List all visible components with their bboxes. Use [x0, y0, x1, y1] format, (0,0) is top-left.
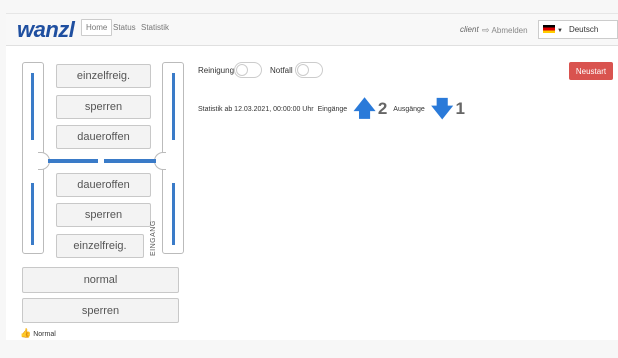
emergency-toggle-knob — [297, 64, 309, 76]
cleaning-toggle-knob — [236, 64, 248, 76]
entries-count: 2 — [377, 99, 388, 118]
nav-status[interactable]: Status — [113, 23, 136, 32]
entrance-label: EINGANG — [150, 220, 157, 256]
gate-status-text: Normal — [33, 331, 56, 338]
left-door-upper-bar — [31, 73, 34, 140]
entries-label: Eingänge — [317, 105, 348, 113]
upper-einzelfreig-button[interactable]: einzelfreig. — [56, 64, 151, 88]
nav-home[interactable]: Home — [81, 19, 113, 36]
left-door-lower-bar — [31, 183, 34, 245]
right-door-upper-bar — [172, 73, 175, 140]
lower-einzelfreig-button[interactable]: einzelfreig. — [56, 234, 144, 258]
emergency-label: Notfall — [270, 66, 293, 75]
upper-sperren-button[interactable]: sperren — [56, 95, 151, 119]
cleaning-label: Reinigung — [198, 66, 235, 75]
statistics-since: Statistik ab 12.03.2021, 00:00:00 Uhr — [198, 105, 314, 113]
right-door-lower-bar — [172, 183, 175, 245]
navbar: wanzl Home Status Statistik client ⇨ Abme… — [6, 13, 618, 46]
lower-daueroffen-button[interactable]: daueroffen — [56, 173, 151, 197]
arrow-up-icon: 🡅 — [353, 96, 376, 121]
logout-icon: ⇨ — [482, 25, 490, 35]
normal-button[interactable]: normal — [22, 267, 179, 293]
language-select[interactable]: ▼ Deutsch — [538, 20, 618, 39]
cleaning-toggle[interactable] — [234, 62, 262, 78]
language-value: Deutsch — [568, 25, 599, 34]
left-gate-arm — [48, 159, 98, 163]
exits-count: 1 — [455, 99, 465, 118]
brand-logo[interactable]: wanzl — [17, 17, 75, 43]
logout-link[interactable]: ⇨ Abmelden — [482, 25, 528, 36]
statistics-line: Statistik ab 12.03.2021, 00:00:00 Uhr Ei… — [198, 98, 471, 120]
restart-button[interactable]: Neustart — [569, 62, 613, 80]
gate-status: 👍 Normal — [20, 328, 56, 339]
main-content: einzelfreig. sperren daueroffen daueroff… — [6, 46, 618, 340]
current-user: client — [460, 25, 479, 34]
chevron-down-icon: ▼ — [557, 28, 563, 34]
exits-label: Ausgänge — [393, 105, 425, 113]
thumbs-up-icon: 👍 — [20, 328, 32, 338]
right-gate-arm — [104, 159, 156, 163]
bottom-sperren-button[interactable]: sperren — [22, 298, 179, 323]
upper-daueroffen-button[interactable]: daueroffen — [56, 125, 151, 149]
lower-sperren-button[interactable]: sperren — [56, 203, 151, 227]
german-flag-icon — [543, 25, 555, 33]
logout-label: Abmelden — [491, 26, 528, 35]
emergency-toggle[interactable] — [295, 62, 323, 78]
arrow-down-icon: 🡇 — [430, 96, 454, 121]
nav-statistik[interactable]: Statistik — [141, 23, 169, 32]
